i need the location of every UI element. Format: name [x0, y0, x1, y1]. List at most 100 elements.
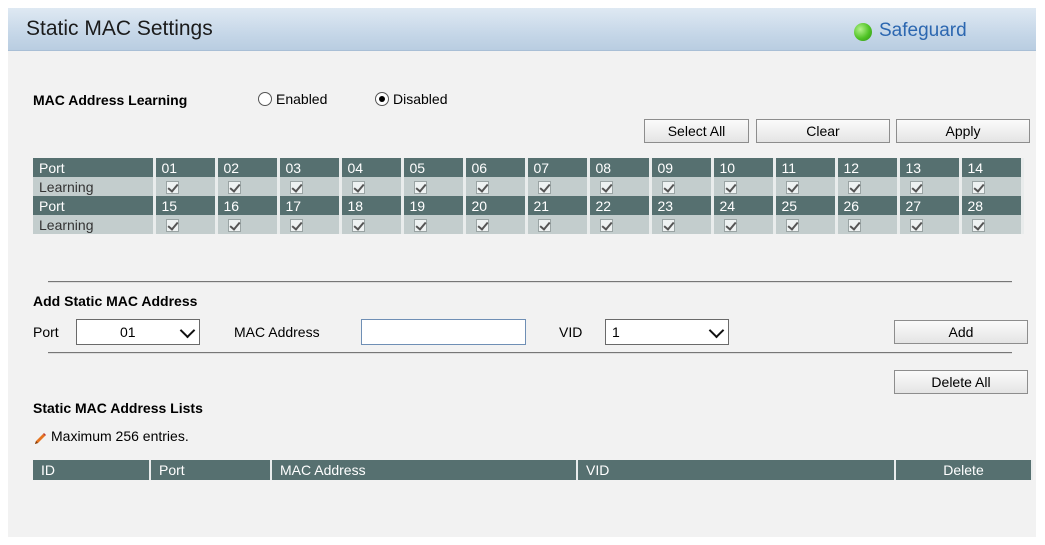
learning-checkbox[interactable] [723, 181, 737, 195]
port-number: 05 [402, 158, 466, 177]
learning-checkbox[interactable] [661, 219, 675, 233]
safeguard-status-icon [854, 23, 872, 41]
port-number: 18 [340, 196, 404, 215]
learning-checkbox[interactable] [723, 219, 737, 233]
learning-checkbox[interactable] [785, 219, 799, 233]
divider [48, 352, 1012, 354]
learning-checkbox[interactable] [785, 181, 799, 195]
learning-checkbox[interactable] [289, 181, 303, 195]
port-number: 11 [774, 158, 838, 177]
static-mac-panel: Static MAC Settings Safeguard MAC Addres… [8, 8, 1036, 537]
learning-checkbox[interactable] [847, 219, 861, 233]
learning-header: Learning [33, 177, 156, 196]
learning-checkbox[interactable] [475, 181, 489, 195]
port-learning-table: Port 01 02 03 04 05 06 07 08 09 10 11 12… [33, 158, 1024, 234]
port-number: 06 [464, 158, 528, 177]
port-number: 26 [836, 196, 900, 215]
learning-row: Learning [33, 177, 1024, 196]
port-number: 21 [526, 196, 590, 215]
port-number: 12 [836, 158, 900, 177]
learning-checkbox[interactable] [475, 219, 489, 233]
delete-all-button[interactable]: Delete All [894, 370, 1028, 394]
learning-checkbox[interactable] [971, 219, 985, 233]
divider [48, 281, 1012, 283]
mac-address-label: MAC Address [234, 324, 320, 340]
column-header-port: Port [150, 460, 272, 480]
mac-address-input[interactable] [361, 319, 526, 345]
learning-enabled-radio[interactable] [258, 92, 272, 106]
list-header-row: ID Port MAC Address VID Delete [33, 460, 1033, 480]
port-label: Port [33, 324, 59, 340]
add-static-heading: Add Static MAC Address [33, 293, 198, 309]
vid-label: VID [559, 324, 583, 340]
static-mac-list-table: ID Port MAC Address VID Delete [33, 460, 1033, 480]
port-row: Port 01 02 03 04 05 06 07 08 09 10 11 12… [33, 158, 1024, 177]
port-select-value: 01 [120, 324, 136, 340]
learning-header: Learning [33, 215, 156, 234]
port-number: 09 [650, 158, 714, 177]
learning-disabled-radio[interactable] [375, 92, 389, 106]
learning-checkbox[interactable] [537, 181, 551, 195]
learning-checkbox[interactable] [413, 219, 427, 233]
port-header: Port [33, 158, 156, 177]
learning-checkbox[interactable] [165, 181, 179, 195]
learning-checkbox[interactable] [351, 181, 365, 195]
learning-disabled-label: Disabled [393, 91, 448, 107]
apply-button[interactable]: Apply [896, 119, 1030, 143]
port-number: 16 [216, 196, 280, 215]
vid-select[interactable]: 1 [605, 319, 729, 345]
learning-checkbox[interactable] [165, 219, 179, 233]
learning-checkbox[interactable] [227, 219, 241, 233]
port-header: Port [33, 196, 156, 215]
static-lists-heading: Static MAC Address Lists [33, 400, 203, 416]
pencil-icon [35, 433, 46, 444]
learning-enabled-label: Enabled [276, 91, 328, 107]
port-number: 01 [154, 158, 218, 177]
port-number: 02 [216, 158, 280, 177]
learning-checkbox[interactable] [909, 181, 923, 195]
port-number: 25 [774, 196, 838, 215]
port-number: 08 [588, 158, 652, 177]
learning-checkbox[interactable] [909, 219, 923, 233]
column-header-id: ID [33, 460, 151, 480]
learning-checkbox[interactable] [599, 181, 613, 195]
port-number: 28 [960, 196, 1024, 215]
learning-checkbox[interactable] [847, 181, 861, 195]
port-number: 13 [898, 158, 962, 177]
port-number: 17 [278, 196, 342, 215]
learning-checkbox[interactable] [227, 181, 241, 195]
add-button[interactable]: Add [894, 320, 1028, 344]
clear-button[interactable]: Clear [756, 119, 890, 143]
learning-checkbox[interactable] [289, 219, 303, 233]
learning-checkbox[interactable] [413, 181, 427, 195]
port-number: 19 [402, 196, 466, 215]
learning-checkbox[interactable] [661, 181, 675, 195]
port-number: 27 [898, 196, 962, 215]
port-select[interactable]: 01 [76, 319, 200, 345]
select-all-button[interactable]: Select All [644, 119, 749, 143]
port-number: 23 [650, 196, 714, 215]
port-number: 03 [278, 158, 342, 177]
port-number: 07 [526, 158, 590, 177]
port-number: 24 [712, 196, 776, 215]
port-number: 10 [712, 158, 776, 177]
port-row: Port 15 16 17 18 19 20 21 22 23 24 25 26… [33, 196, 1024, 215]
mac-learning-label: MAC Address Learning [33, 92, 188, 108]
port-number: 15 [154, 196, 218, 215]
column-header-delete: Delete [895, 460, 1033, 480]
port-number: 14 [960, 158, 1024, 177]
page-title: Static MAC Settings [26, 17, 213, 40]
port-number: 04 [340, 158, 404, 177]
column-header-mac-address: MAC Address [271, 460, 578, 480]
learning-checkbox[interactable] [971, 181, 985, 195]
learning-checkbox[interactable] [537, 219, 551, 233]
port-number: 20 [464, 196, 528, 215]
learning-checkbox[interactable] [599, 219, 613, 233]
learning-row: Learning [33, 215, 1024, 234]
port-number: 22 [588, 196, 652, 215]
learning-checkbox[interactable] [351, 219, 365, 233]
safeguard-label: Safeguard [879, 20, 967, 41]
column-header-vid: VID [577, 460, 896, 480]
vid-select-value: 1 [612, 324, 620, 340]
title-bar: Static MAC Settings Safeguard [8, 8, 1036, 51]
